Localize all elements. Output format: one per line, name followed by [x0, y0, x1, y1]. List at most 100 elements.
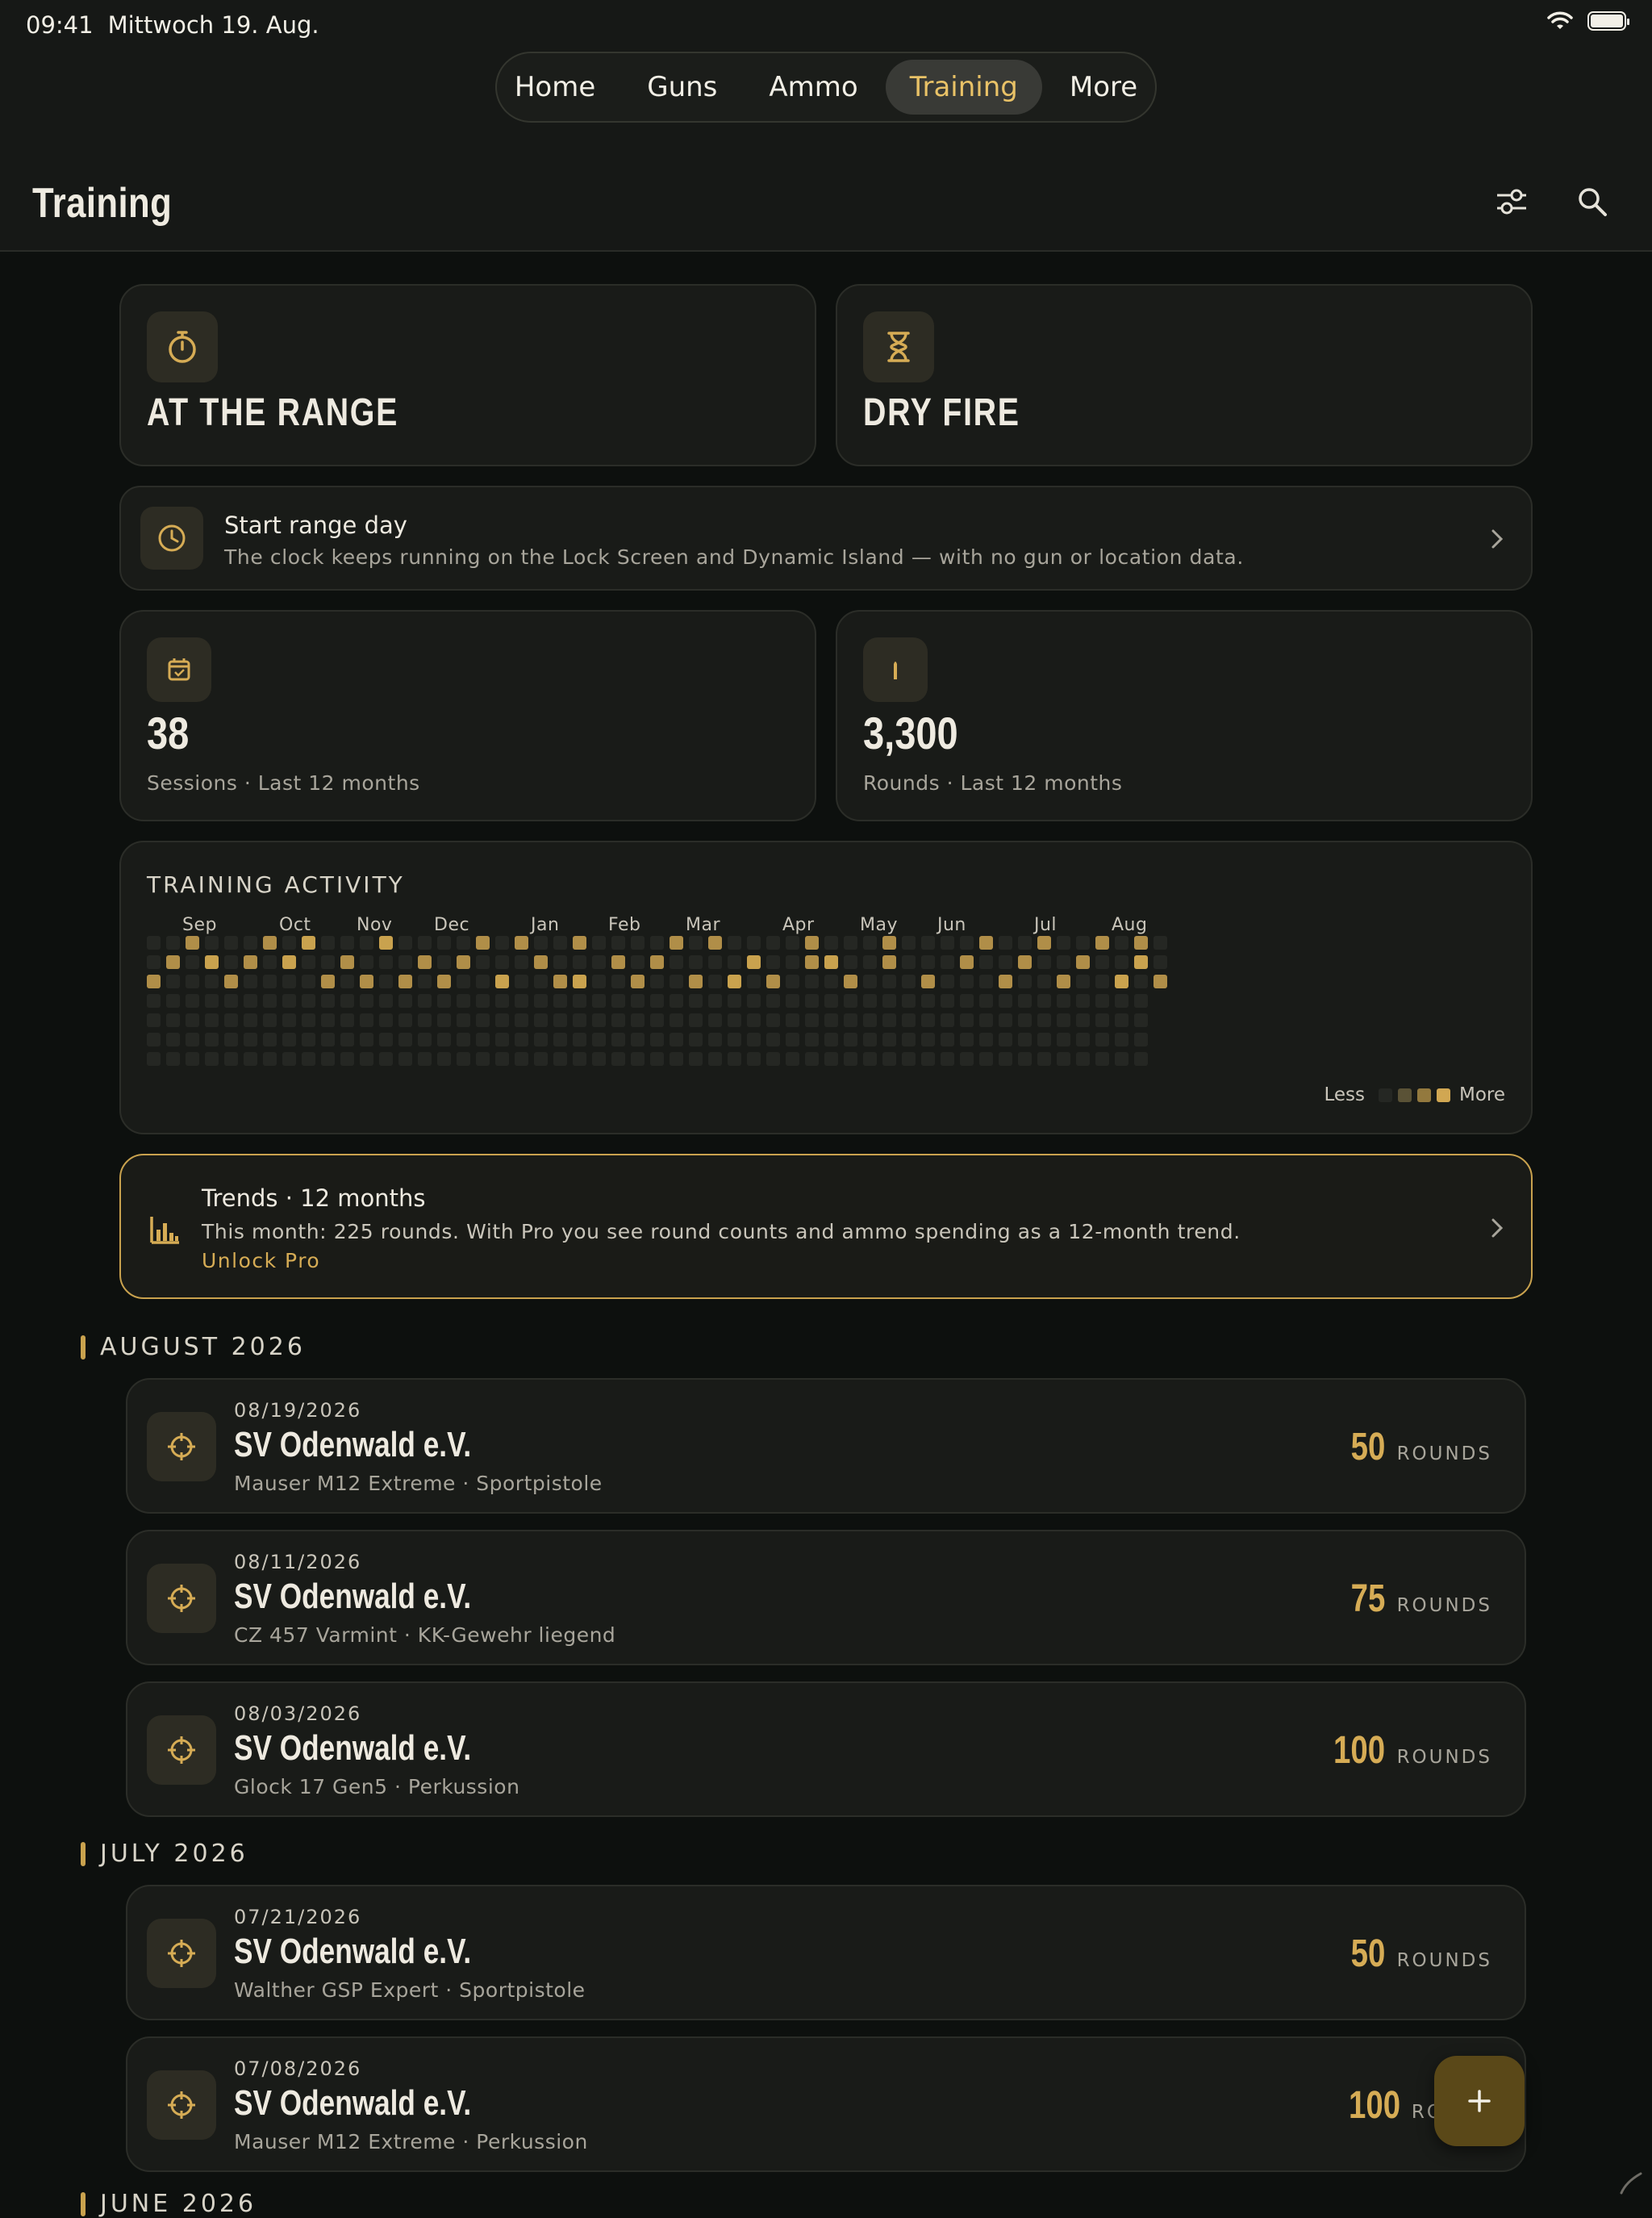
- activity-cell: [379, 994, 393, 1008]
- legend-level-3: [1436, 1088, 1450, 1102]
- activity-cell: [960, 936, 974, 950]
- activity-cell: [340, 1033, 354, 1046]
- activity-cell: [1134, 1033, 1148, 1046]
- at-the-range-card[interactable]: AT THE RANGE: [119, 284, 816, 466]
- activity-cell: [379, 955, 393, 969]
- activity-cell: [670, 955, 683, 969]
- activity-cell: [786, 1013, 799, 1027]
- session-row[interactable]: 07/21/2026 SV Odenwald e.V. Walther GSP …: [126, 1885, 1526, 2020]
- activity-cell: [1037, 936, 1051, 950]
- session-rounds: 100 ROUNDS: [1320, 1728, 1492, 1773]
- session-rounds: 75 ROUNDS: [1342, 1577, 1492, 1621]
- activity-cell: [360, 955, 373, 969]
- filter-icon[interactable]: [1494, 184, 1529, 219]
- activity-cell: [805, 975, 819, 988]
- activity-cell: [650, 1033, 664, 1046]
- start-range-day-row[interactable]: Start range day The clock keeps running …: [119, 486, 1533, 591]
- activity-cell: [670, 975, 683, 988]
- sessions-value: 38: [147, 708, 190, 758]
- activity-cell: [1037, 1013, 1051, 1027]
- activity-cell: [437, 936, 451, 950]
- session-row[interactable]: 08/19/2026 SV Odenwald e.V. Mauser M12 E…: [126, 1378, 1526, 1514]
- session-row[interactable]: 07/08/2026 SV Odenwald e.V. Mauser M12 E…: [126, 2036, 1526, 2172]
- tab-ammo[interactable]: Ammo: [745, 60, 882, 115]
- activity-cell: [166, 975, 180, 988]
- activity-cell: [592, 994, 606, 1008]
- activity-cell: [205, 994, 219, 1008]
- activity-cell: [863, 1013, 877, 1027]
- activity-cell: [999, 975, 1012, 988]
- trends-pro-card[interactable]: Trends · 12 months This month: 225 round…: [119, 1154, 1533, 1299]
- activity-cell: [960, 1033, 974, 1046]
- activity-cell: [805, 994, 819, 1008]
- add-session-button[interactable]: [1434, 2056, 1525, 2146]
- activity-cell: [592, 1013, 606, 1027]
- activity-cell: [340, 975, 354, 988]
- activity-cell: [398, 936, 412, 950]
- activity-cell: [224, 1052, 238, 1066]
- activity-cell: [747, 936, 761, 950]
- activity-cell: [398, 1052, 412, 1066]
- activity-cell: [1076, 955, 1090, 969]
- activity-cell: [921, 936, 935, 950]
- activity-cell: [321, 1013, 335, 1027]
- session-row[interactable]: 08/11/2026 SV Odenwald e.V. CZ 457 Varmi…: [126, 1530, 1526, 1665]
- activity-cell: [224, 955, 238, 969]
- activity-cell: [205, 936, 219, 950]
- activity-cell: [321, 975, 335, 988]
- activity-cell: [1134, 1013, 1148, 1027]
- activity-cell: [882, 1052, 896, 1066]
- activity-cell: [360, 1052, 373, 1066]
- bar-chart-icon: [150, 1217, 179, 1244]
- activity-cell: [863, 975, 877, 988]
- tab-more[interactable]: More: [1045, 60, 1162, 115]
- activity-cell: [166, 1033, 180, 1046]
- activity-cell: [476, 1052, 490, 1066]
- activity-cell: [553, 936, 567, 950]
- session-rounds: 50 ROUNDS: [1342, 1425, 1492, 1469]
- activity-cell: [921, 994, 935, 1008]
- activity-cell: [747, 994, 761, 1008]
- search-icon[interactable]: [1575, 184, 1610, 219]
- month-label: Jan: [531, 915, 560, 935]
- activity-cell: [902, 1013, 916, 1027]
- battery-icon: [1587, 11, 1629, 31]
- sessions-label: Sessions · Last 12 months: [147, 771, 420, 795]
- activity-cell: [553, 975, 567, 988]
- hourglass-icon: [863, 311, 934, 382]
- activity-cell: [863, 1033, 877, 1046]
- activity-cell: [844, 1033, 857, 1046]
- activity-cell: [437, 1052, 451, 1066]
- activity-cell: [1076, 994, 1090, 1008]
- unlock-pro-link[interactable]: Unlock Pro: [202, 1249, 320, 1272]
- tab-home[interactable]: Home: [490, 60, 620, 115]
- activity-cell: [631, 994, 645, 1008]
- activity-cell: [302, 1013, 315, 1027]
- activity-cell: [205, 975, 219, 988]
- activity-cell: [340, 955, 354, 969]
- session-date: 07/08/2026: [234, 2057, 362, 2080]
- session-row[interactable]: 08/03/2026 SV Odenwald e.V. Glock 17 Gen…: [126, 1681, 1526, 1817]
- activity-cell: [747, 955, 761, 969]
- dry-fire-label: DRY FIRE: [863, 391, 1020, 434]
- clock-icon: [140, 507, 203, 570]
- activity-cell: [999, 1013, 1012, 1027]
- dry-fire-card[interactable]: DRY FIRE: [836, 284, 1533, 466]
- tab-training[interactable]: Training: [885, 60, 1042, 115]
- session-date: 08/19/2026: [234, 1399, 362, 1422]
- training-activity-card: TRAINING ACTIVITY Less More Sep Oct Nov Dec…: [119, 841, 1533, 1134]
- session-detail: Walther GSP Expert · Sportpistole: [234, 1978, 586, 2002]
- activity-cell: [1115, 975, 1128, 988]
- activity-cell: [263, 975, 277, 988]
- legend-level-0: [1378, 1088, 1392, 1102]
- activity-cell: [573, 1013, 586, 1027]
- activity-cell: [1076, 936, 1090, 950]
- tab-guns[interactable]: Guns: [623, 60, 741, 115]
- activity-cell: [1057, 1013, 1070, 1027]
- activity-cell: [766, 994, 780, 1008]
- activity-cell: [573, 936, 586, 950]
- activity-cell: [224, 1033, 238, 1046]
- activity-cell: [960, 1013, 974, 1027]
- activity-cell: [941, 936, 954, 950]
- session-date: 07/21/2026: [234, 1906, 362, 1928]
